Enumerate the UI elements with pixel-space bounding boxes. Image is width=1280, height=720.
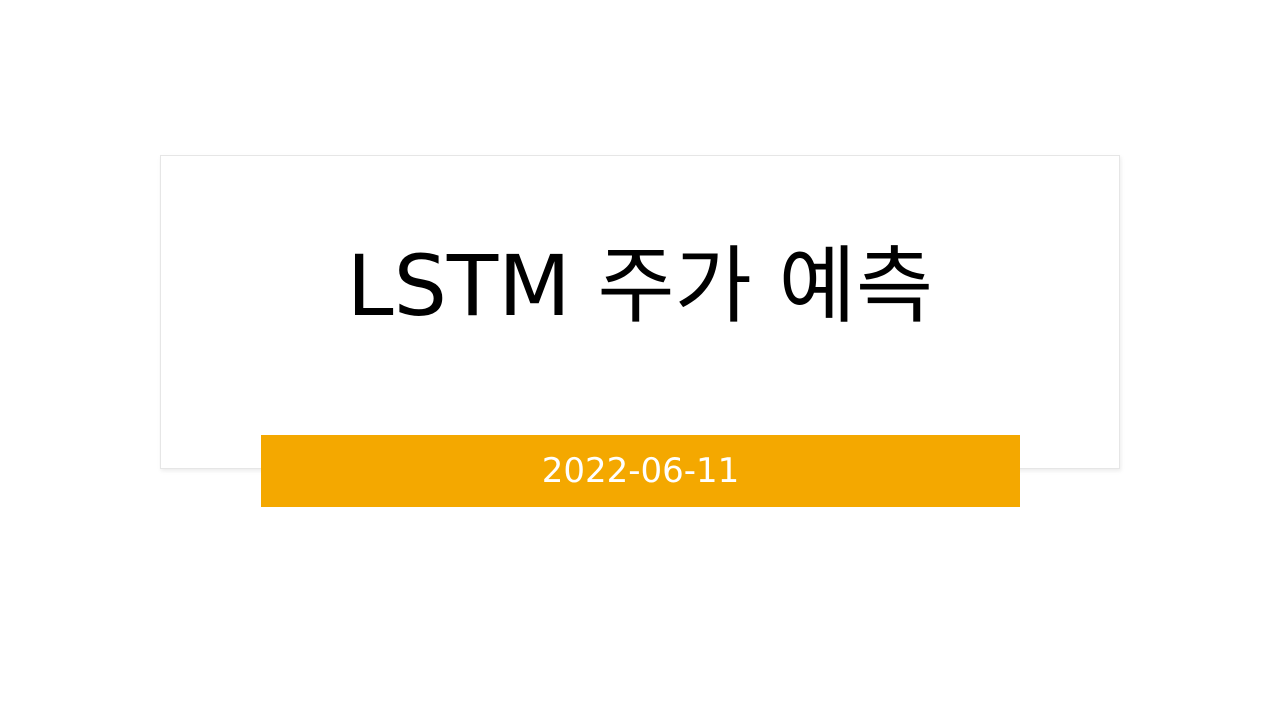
- subtitle-banner: 2022-06-11: [261, 435, 1020, 507]
- slide-date: 2022-06-11: [541, 451, 740, 491]
- slide-title: LSTM 주가 예측: [346, 237, 934, 335]
- title-slide: LSTM 주가 예측 2022-06-11: [0, 0, 1280, 720]
